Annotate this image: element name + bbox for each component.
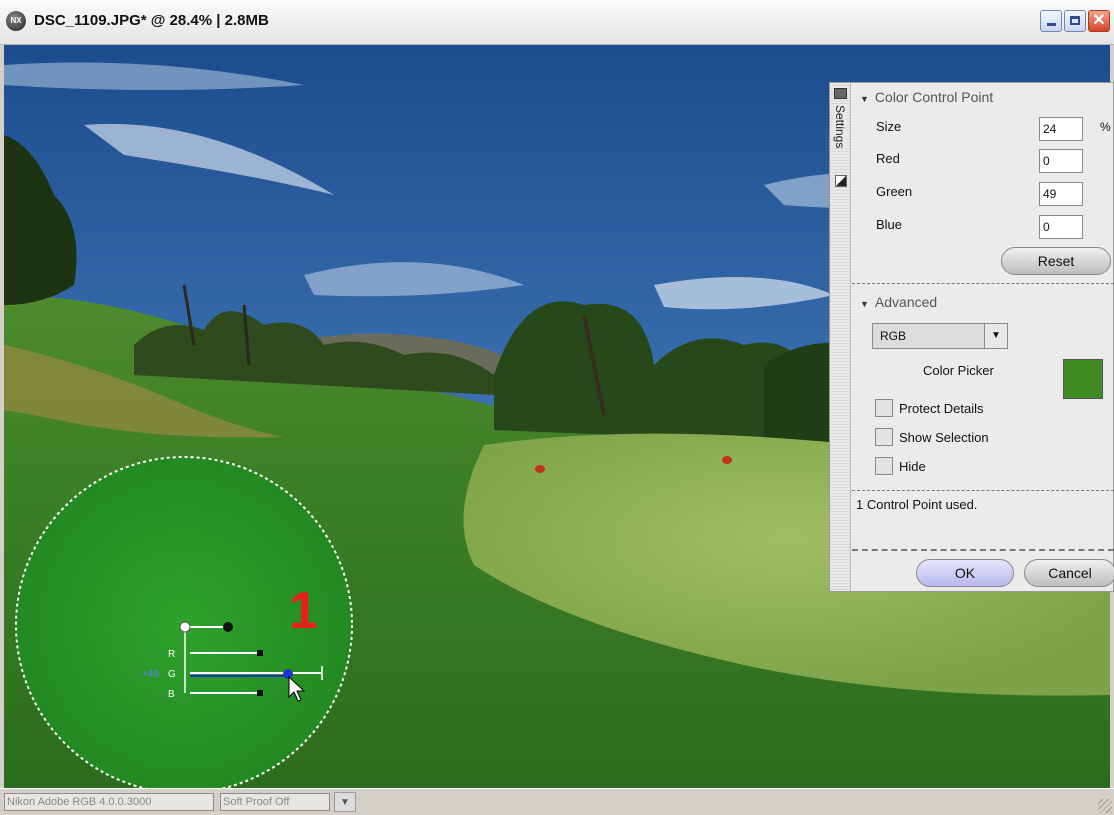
nikon-nx-icon: NX: [6, 11, 26, 31]
maximize-button[interactable]: [1064, 10, 1086, 32]
green-value-readout: +49: [142, 669, 159, 680]
color-mode-select[interactable]: RGB ▼: [872, 323, 1008, 349]
hide-checkbox-row[interactable]: Hide: [875, 457, 926, 475]
show-selection-checkbox-row[interactable]: Show Selection: [875, 428, 989, 446]
status-bar: Nikon Adobe RGB 4.0.0.3000 Soft Proof Of…: [0, 788, 1114, 815]
size-label: Size: [876, 119, 902, 134]
show-selection-label: Show Selection: [899, 429, 989, 445]
blue-field[interactable]: 0: [1039, 215, 1083, 239]
divider: [852, 490, 1114, 491]
section-expand-icon: ▼: [860, 299, 869, 309]
section-expand-icon: ▼: [860, 94, 869, 104]
show-selection-checkbox[interactable]: [875, 428, 893, 446]
panel-collapse-icon[interactable]: [835, 175, 847, 187]
window-controls: ✕: [1040, 10, 1110, 32]
blue-slider-label: B: [168, 689, 175, 700]
control-point-number: 1: [289, 582, 318, 640]
settings-side-tab[interactable]: Settings: [830, 83, 851, 591]
size-field[interactable]: 24: [1039, 117, 1083, 141]
red-slider-knob[interactable]: [257, 650, 263, 656]
size-unit: %: [1100, 120, 1111, 134]
cancel-button[interactable]: Cancel: [1024, 559, 1114, 587]
hide-checkbox[interactable]: [875, 457, 893, 475]
close-icon: ✕: [1092, 12, 1106, 29]
green-label: Green: [876, 184, 913, 199]
minimize-icon: [1047, 23, 1056, 26]
window-title: DSC_1109.JPG* @ 28.4% | 2.8MB: [34, 12, 269, 29]
control-point-handle[interactable]: [179, 621, 191, 633]
blue-label: Blue: [876, 217, 903, 232]
close-button[interactable]: ✕: [1088, 10, 1110, 32]
ok-button[interactable]: OK: [916, 559, 1014, 587]
color-mode-value: RGB: [880, 329, 907, 343]
blue-slider-knob[interactable]: [257, 690, 263, 696]
protect-details-label: Protect Details: [899, 400, 984, 416]
soft-proof-dropdown-icon[interactable]: ▼: [334, 792, 356, 812]
panel-menu-icon[interactable]: [834, 88, 847, 99]
protect-details-checkbox-row[interactable]: Protect Details: [875, 399, 984, 417]
color-control-point-panel: Settings ▼ Color Control Point Size 24 % …: [829, 82, 1114, 592]
reset-button[interactable]: Reset: [1001, 247, 1111, 275]
green-field[interactable]: 49: [1039, 182, 1083, 206]
green-slider-knob[interactable]: [283, 669, 293, 679]
color-picker-label: Color Picker: [923, 363, 994, 378]
green-slider-label: G: [168, 669, 176, 680]
resize-grip-icon[interactable]: [1098, 799, 1112, 813]
size-slider-knob[interactable]: [223, 622, 233, 632]
red-label: Red: [876, 151, 900, 166]
color-profile-field: Nikon Adobe RGB 4.0.0.3000: [4, 793, 214, 811]
red-field[interactable]: 0: [1039, 149, 1083, 173]
color-picker-swatch[interactable]: [1063, 359, 1103, 399]
section-title-label: Color Control Point: [874, 89, 994, 105]
divider: [852, 283, 1114, 284]
chevron-down-icon[interactable]: ▼: [984, 324, 1007, 348]
soft-proof-field: Soft Proof Off: [220, 793, 330, 811]
red-slider-label: R: [168, 649, 175, 660]
section-advanced[interactable]: ▼ Advanced: [860, 294, 937, 310]
hide-label: Hide: [899, 458, 926, 474]
section-title-label: Advanced: [874, 294, 938, 310]
divider: [852, 549, 1114, 551]
minimize-button[interactable]: [1040, 10, 1062, 32]
control-point-status: 1 Control Point used.: [856, 497, 978, 512]
protect-details-checkbox[interactable]: [875, 399, 893, 417]
maximize-icon: [1070, 16, 1080, 25]
section-color-control-point[interactable]: ▼ Color Control Point: [860, 89, 993, 105]
settings-tab-label: Settings: [833, 105, 847, 149]
window-titlebar: NX DSC_1109.JPG* @ 28.4% | 2.8MB ✕: [0, 0, 1114, 45]
